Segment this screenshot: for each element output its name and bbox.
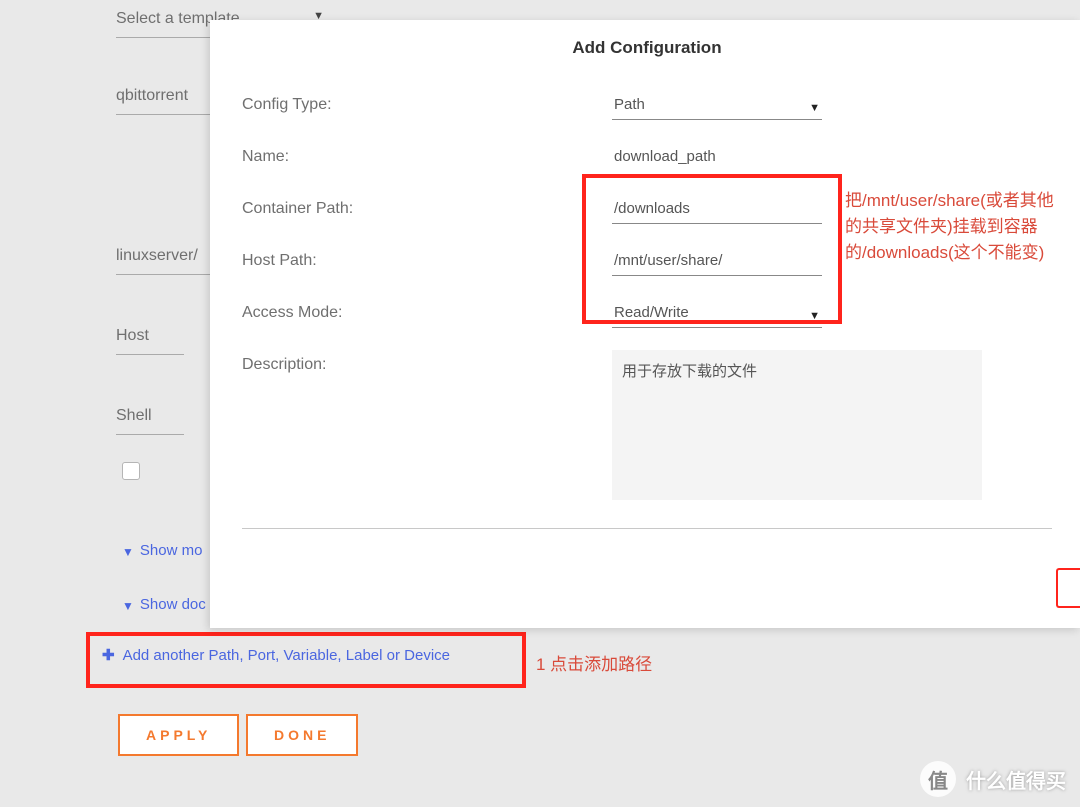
show-docker-link[interactable]: ▼ Show doc xyxy=(122,596,206,613)
chevron-down-icon: ▼ xyxy=(122,599,134,613)
name-input[interactable]: download_path xyxy=(612,142,822,172)
network-label: Host xyxy=(116,327,149,345)
container-path-value: /downloads xyxy=(614,200,690,217)
config-type-label: Config Type: xyxy=(242,90,612,114)
name-value: download_path xyxy=(614,148,716,165)
annotation-right-text: 把/mnt/user/share(或者其他的共享文件夹)挂载到容器的/downl… xyxy=(845,188,1065,266)
show-more-label: Show mo xyxy=(140,542,203,559)
annotation-box-add: ✚ Add another Path, Port, Variable, Labe… xyxy=(86,632,526,688)
plus-icon: ✚ xyxy=(102,646,115,664)
container-path-input[interactable]: /downloads xyxy=(612,194,822,224)
add-another-link[interactable]: ✚ Add another Path, Port, Variable, Labe… xyxy=(102,646,504,664)
config-type-value: Path xyxy=(614,96,645,113)
network-select[interactable]: Host xyxy=(116,321,184,355)
console-label: Shell xyxy=(116,407,152,425)
host-path-input[interactable]: /mnt/user/share/ xyxy=(612,246,822,276)
access-mode-label: Access Mode: xyxy=(242,298,612,322)
apply-button[interactable]: APPLY xyxy=(118,714,239,756)
config-type-select[interactable]: Path ▼ xyxy=(612,90,822,120)
name-input[interactable]: qbittorrent xyxy=(116,81,212,115)
privileged-checkbox[interactable] xyxy=(122,462,140,480)
modal-action-button-partial[interactable] xyxy=(1056,568,1080,608)
done-button[interactable]: DONE xyxy=(246,714,358,756)
chevron-down-icon: ▼ xyxy=(122,545,134,559)
name-label: Name: xyxy=(242,142,612,166)
done-label: DONE xyxy=(274,727,330,743)
add-another-label: Add another Path, Port, Variable, Label … xyxy=(123,647,450,664)
chevron-down-icon: ▼ xyxy=(809,310,820,322)
annotation-add-text: 1 点击添加路径 xyxy=(536,650,652,675)
container-path-label: Container Path: xyxy=(242,194,612,218)
watermark: 值 什么值得买 xyxy=(920,761,1066,797)
add-configuration-modal: Add Configuration Config Type: Path ▼ Na… xyxy=(210,20,1080,628)
description-value: 用于存放下载的文件 xyxy=(622,363,757,380)
host-path-label: Host Path: xyxy=(242,246,612,270)
name-value: qbittorrent xyxy=(116,87,188,105)
description-label: Description: xyxy=(242,350,612,374)
access-mode-select[interactable]: Read/Write ▼ xyxy=(612,298,822,328)
description-textarea[interactable]: 用于存放下载的文件 xyxy=(612,350,982,500)
access-mode-value: Read/Write xyxy=(614,304,689,321)
repository-input[interactable]: linuxserver/ xyxy=(116,241,212,275)
host-path-value: /mnt/user/share/ xyxy=(614,252,722,269)
modal-divider xyxy=(242,528,1052,529)
show-more-link[interactable]: ▼ Show mo xyxy=(122,542,202,559)
watermark-text: 什么值得买 xyxy=(966,765,1066,794)
repository-value: linuxserver/ xyxy=(116,247,198,265)
modal-title: Add Configuration xyxy=(242,38,1052,58)
chevron-down-icon: ▼ xyxy=(809,102,820,114)
console-select[interactable]: Shell xyxy=(116,401,184,435)
apply-label: APPLY xyxy=(146,727,211,743)
watermark-badge-icon: 值 xyxy=(920,761,956,797)
show-docker-label: Show doc xyxy=(140,596,206,613)
